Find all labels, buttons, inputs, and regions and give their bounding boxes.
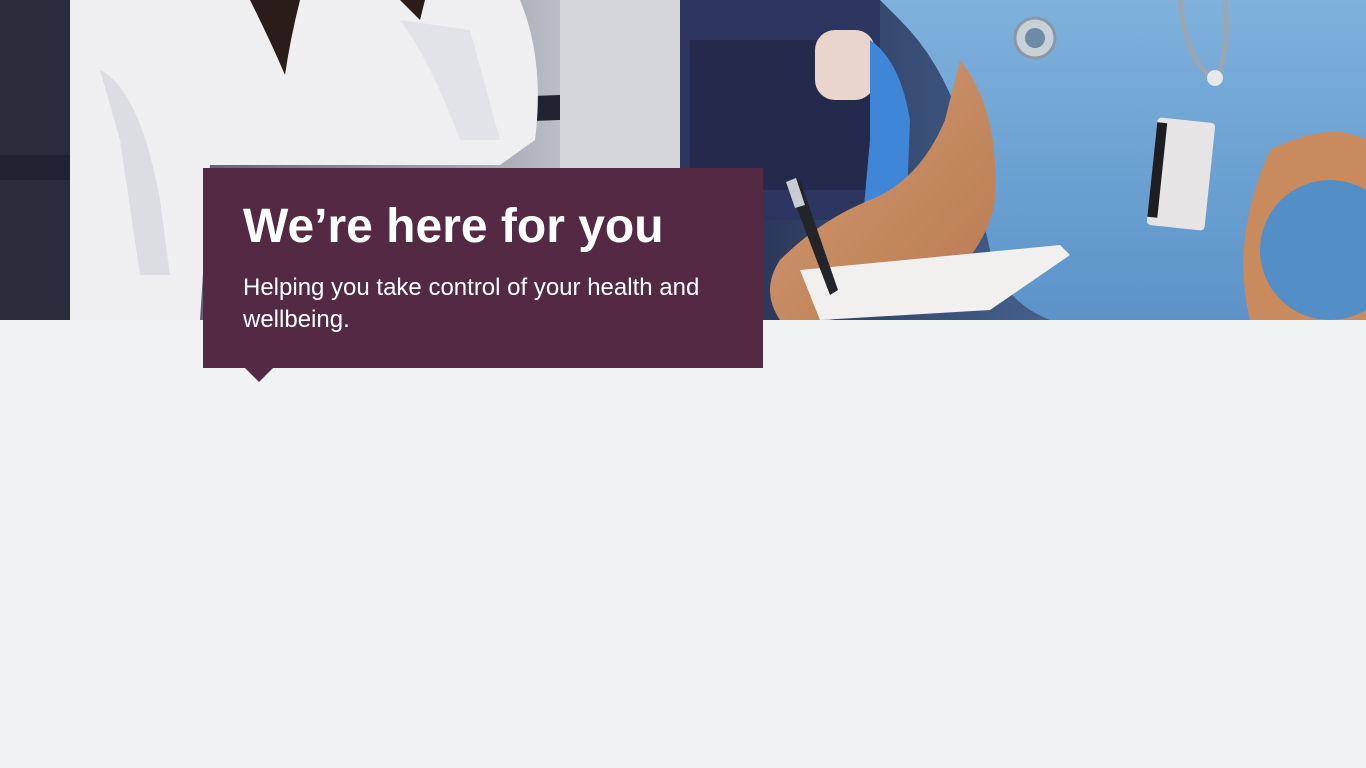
hero-subtitle: Helping you take control of your health … bbox=[243, 274, 700, 333]
hero-callout-card: We’re here for you Helping you take cont… bbox=[203, 168, 763, 382]
page: We’re here for you Helping you take cont… bbox=[0, 0, 1366, 768]
hero-title: We’re here for you bbox=[243, 200, 664, 253]
